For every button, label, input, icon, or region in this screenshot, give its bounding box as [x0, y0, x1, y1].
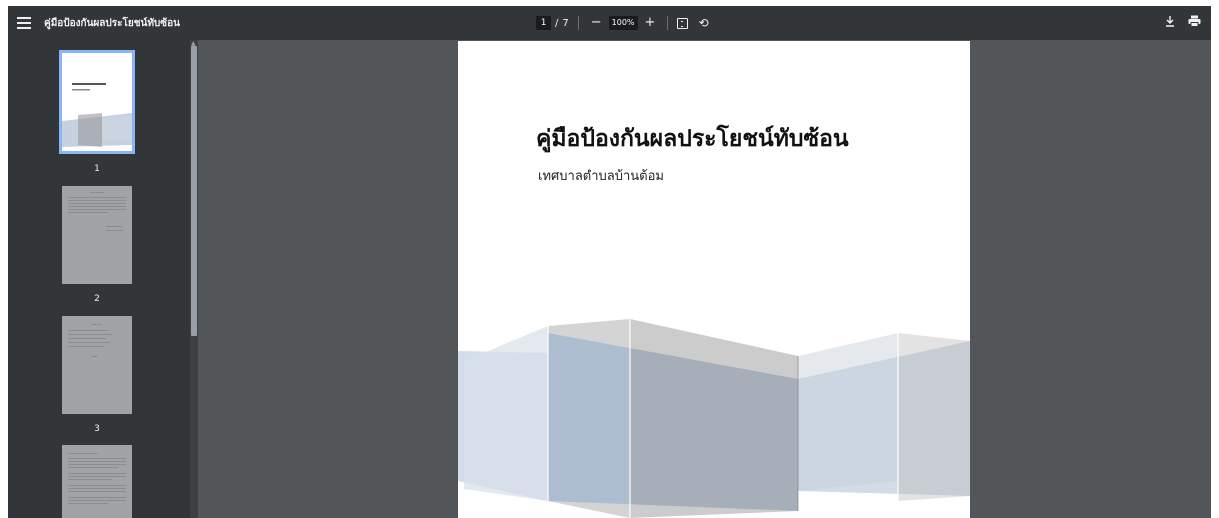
thumbnail-sidebar: 1 2 3 — [8, 40, 198, 518]
thumbnail-number: 1 — [94, 164, 100, 174]
text-line — [68, 464, 126, 465]
thumbnail-page[interactable] — [62, 445, 132, 518]
text-line — [68, 467, 118, 468]
thumbnail-page[interactable] — [62, 316, 132, 414]
pdf-viewer: คู่มือป้องกันผลประโยชน์ทับซ้อน 1 / 7 − 1… — [8, 6, 1211, 518]
text-line — [68, 491, 126, 492]
text-line — [68, 461, 126, 462]
thumbnail-page[interactable] — [59, 50, 135, 154]
text-line — [68, 203, 126, 204]
scrollbar-thumb[interactable] — [191, 46, 197, 336]
cover-illustration — [458, 319, 970, 518]
text-line — [68, 453, 98, 454]
text-line — [68, 330, 108, 331]
text-line — [92, 356, 98, 357]
total-pages: 7 — [562, 17, 569, 29]
text-line — [68, 200, 126, 201]
text-line — [90, 192, 104, 193]
sidebar-scrollbar[interactable]: ▲ — [190, 40, 198, 518]
document-title: คู่มือป้องกันผลประโยชน์ทับซ้อน — [44, 18, 180, 29]
cover-thumbnail-image — [62, 53, 132, 151]
thumbnail-page[interactable] — [62, 186, 132, 284]
text-line — [68, 346, 104, 347]
text-line — [68, 488, 126, 489]
print-icon[interactable] — [1188, 15, 1201, 27]
menu-icon[interactable] — [17, 17, 31, 29]
fit-to-page-icon[interactable] — [677, 17, 689, 29]
text-line — [68, 338, 106, 339]
zoom-in-button[interactable]: + — [642, 16, 659, 30]
text-line — [106, 230, 124, 231]
zoom-input[interactable]: 100% — [608, 16, 638, 30]
text-line — [68, 342, 110, 343]
thumbnail-number: 3 — [94, 424, 100, 434]
zoom-out-button[interactable]: − — [588, 16, 605, 30]
text-line — [68, 479, 112, 480]
download-icon[interactable] — [1164, 15, 1176, 27]
right-controls — [1164, 15, 1201, 27]
divider — [577, 16, 579, 30]
text-line — [68, 497, 126, 498]
text-line — [68, 197, 126, 198]
text-line — [68, 503, 108, 504]
text-line — [68, 209, 126, 210]
text-line — [92, 324, 102, 325]
text-line — [68, 473, 126, 474]
text-line — [68, 334, 112, 335]
divider — [667, 16, 669, 30]
text-line — [68, 476, 126, 477]
page-zoom-controls: 1 / 7 − 100% + ⟲ — [536, 14, 709, 32]
page-separator: / — [555, 17, 559, 29]
text-line — [68, 458, 126, 459]
text-line — [68, 212, 108, 213]
toolbar: คู่มือป้องกันผลประโยชน์ทับซ้อน 1 / 7 − 1… — [8, 6, 1211, 40]
text-line — [68, 500, 126, 501]
rotate-icon[interactable]: ⟲ — [698, 16, 708, 30]
page-number-input[interactable]: 1 — [536, 16, 551, 30]
page-heading: คู่มือป้องกันผลประโยชน์ทับซ้อน — [536, 126, 849, 152]
text-line — [68, 485, 126, 486]
text-line — [68, 206, 126, 207]
text-line — [106, 226, 122, 227]
document-page: คู่มือป้องกันผลประโยชน์ทับซ้อน เทศบาลตำบ… — [458, 41, 970, 518]
page-subheading: เทศบาลตำบลบ้านต้อม — [538, 169, 665, 184]
thumbnail-number: 2 — [94, 294, 100, 304]
